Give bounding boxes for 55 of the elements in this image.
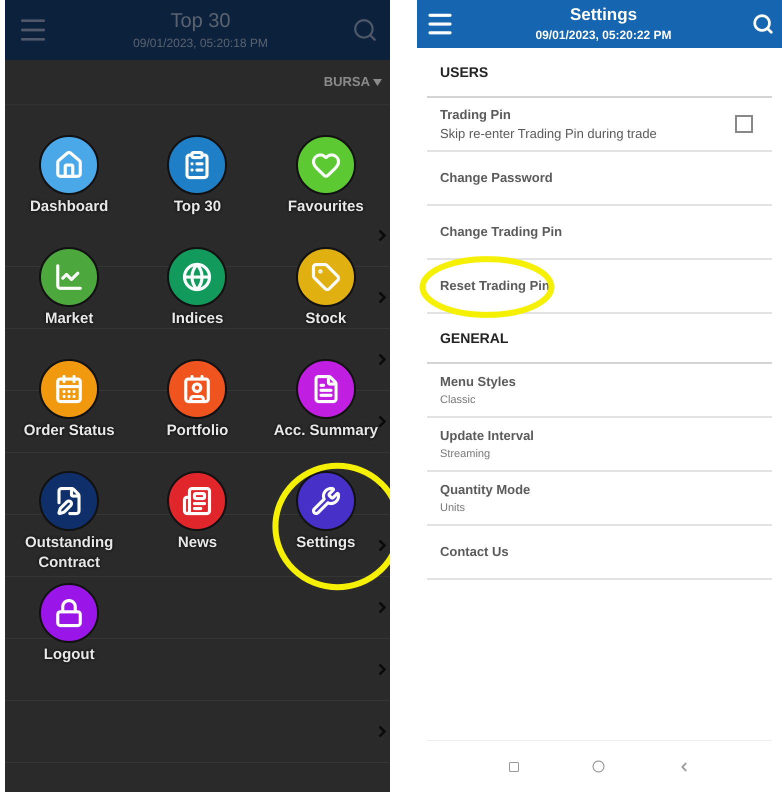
checkbox[interactable] [735, 115, 753, 133]
setting-description: Units [440, 500, 466, 516]
setting-label[interactable]: Quantity Mode [440, 480, 759, 500]
settings-icon [310, 486, 341, 516]
menu-label[interactable]: Top 30 [135, 197, 260, 217]
menu-label[interactable]: Portfolio [135, 421, 260, 441]
screen-title: Top 30 [170, 8, 231, 34]
menu-label[interactable]: Outstanding Contract [7, 533, 132, 573]
timestamp: 09/01/2023, 05:20:18 PM [133, 34, 268, 52]
section-heading: USERS [440, 62, 488, 82]
home-button-icon[interactable] [592, 760, 605, 773]
menu-label[interactable]: Favourites [264, 197, 388, 217]
menu-label[interactable]: Market [7, 309, 132, 329]
setting-label[interactable]: Reset Trading Pin [440, 276, 759, 296]
chevron-icon [378, 291, 386, 304]
price-tag-icon [310, 262, 341, 292]
recent-apps-icon[interactable] [508, 760, 520, 772]
line-chart-icon [54, 262, 84, 292]
chevron-icon [378, 601, 386, 614]
house-icon [54, 150, 84, 180]
chevron-icon [378, 353, 386, 366]
setting-label[interactable]: Menu Styles [440, 372, 759, 392]
setting-label[interactable]: Trading Pin [440, 104, 735, 124]
screen-title: Settings [570, 4, 638, 26]
menu-label[interactable]: Stock [264, 309, 388, 329]
chevron-icon [378, 663, 386, 676]
chevron-icon [378, 229, 386, 242]
menu-label[interactable]: Indices [135, 309, 260, 329]
exchange-dropdown[interactable]: BURSA [324, 72, 382, 92]
menu-label[interactable]: News [135, 533, 260, 553]
menu-label[interactable]: Acc. Summary [264, 421, 388, 441]
menu-label[interactable]: Dashboard [7, 197, 132, 217]
menu-label[interactable]: Settings [264, 533, 388, 553]
search-icon[interactable] [752, 13, 774, 35]
chevron-icon [378, 415, 386, 428]
menu-label[interactable]: Logout [7, 645, 132, 665]
setting-label[interactable]: Update Interval [440, 426, 759, 446]
chevron-icon [378, 539, 386, 552]
menu-label[interactable]: Order Status [7, 421, 132, 441]
setting-label[interactable]: Change Trading Pin [440, 222, 759, 242]
timestamp: 09/01/2023, 05:20:22 PM [535, 26, 672, 44]
globe-icon [182, 262, 212, 292]
caret-icon [373, 78, 382, 86]
chevron-icon [378, 725, 386, 738]
setting-label[interactable]: Contact Us [440, 542, 759, 562]
chevron-icon [378, 477, 386, 490]
lock-icon [54, 598, 84, 628]
calendar-icon [54, 374, 84, 404]
setting-description: Classic [440, 392, 476, 408]
setting-label[interactable]: Change Password [440, 168, 759, 188]
id-card-icon [182, 374, 212, 404]
setting-description: Streaming [440, 446, 492, 462]
setting-description: Skip re-enter Trading Pin during trade [440, 125, 658, 143]
section-heading: GENERAL [440, 328, 508, 348]
newspaper-icon [182, 486, 212, 516]
